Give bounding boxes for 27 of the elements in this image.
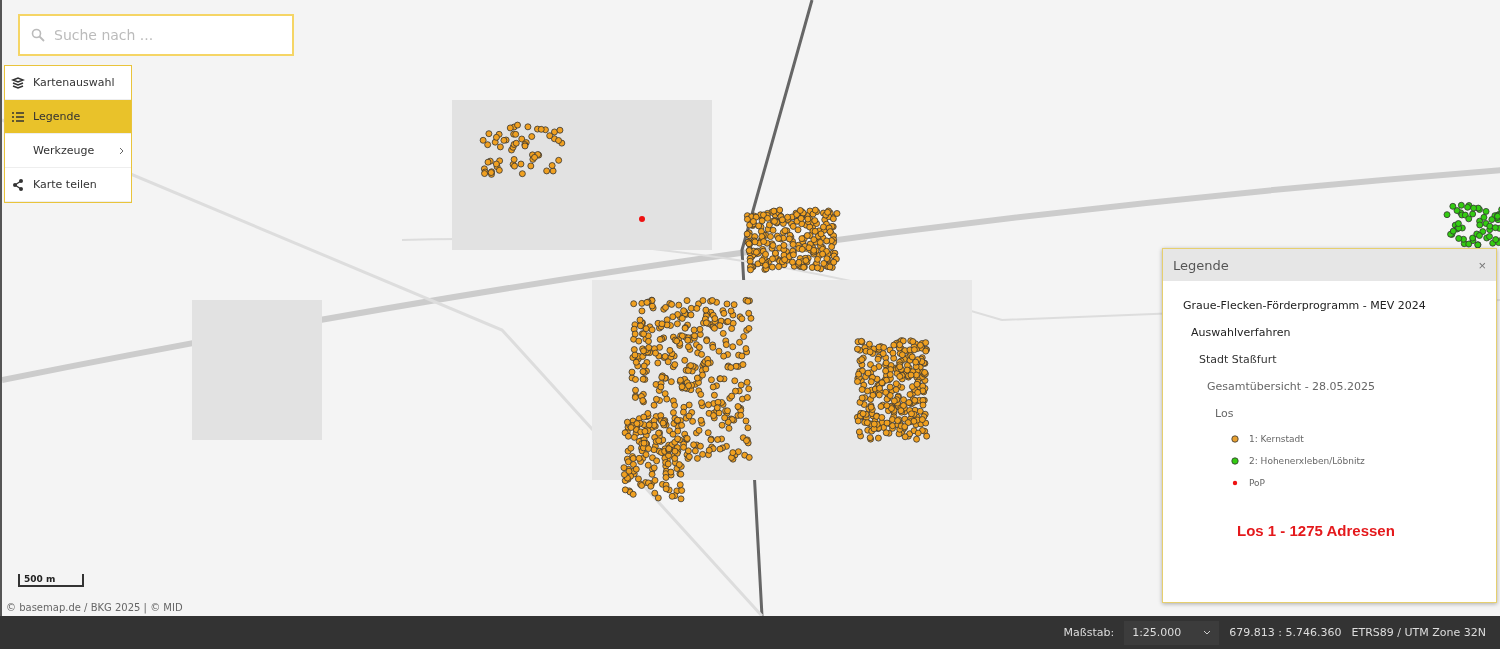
scale-label: Maßstab: xyxy=(1063,626,1115,639)
legend-heading: Graue-Flecken-Förderprogramm - MEV 2024 xyxy=(1182,298,1427,314)
scale-bar: 500 m xyxy=(18,574,84,587)
chevron-icon xyxy=(119,146,125,155)
menu-item[interactable]: Legende xyxy=(5,100,131,134)
chevron-down-icon xyxy=(1203,630,1212,635)
search-icon xyxy=(31,28,45,42)
share-icon xyxy=(11,177,25,192)
legend-heading: Los xyxy=(1214,406,1235,422)
legend-heading: Gesamtübersicht - 28.05.2025 xyxy=(1206,379,1377,395)
legend-label: 1: Kernstadt xyxy=(1249,434,1304,444)
panel-title: Legende xyxy=(1173,257,1229,273)
coordinates-text: 679.813 : 5.746.360 xyxy=(1229,626,1342,639)
address-count-note: Los 1 - 1275 Adressen xyxy=(1236,521,1396,539)
map-attribution: © basemap.de / BKG 2025 | © MID xyxy=(6,602,183,613)
legend-heading: Auswahlverfahren xyxy=(1190,325,1292,341)
list-icon xyxy=(11,109,25,124)
search-field[interactable]: Suche nach ... xyxy=(18,14,294,56)
scale-dropdown[interactable]: 1:25.000 xyxy=(1124,620,1220,645)
close-button[interactable]: × xyxy=(1478,257,1486,273)
legend-heading: Stadt Staßfurt xyxy=(1198,352,1278,368)
legend-label: 2: Hohenerxleben/Löbnitz xyxy=(1249,456,1365,466)
address-points-drawing xyxy=(1443,201,1500,249)
crs-text: ETRS89 / UTM Zone 32N xyxy=(1351,626,1486,639)
legend-label: PoP xyxy=(1249,478,1266,488)
pop-point xyxy=(639,216,645,222)
layers-icon xyxy=(11,75,25,90)
